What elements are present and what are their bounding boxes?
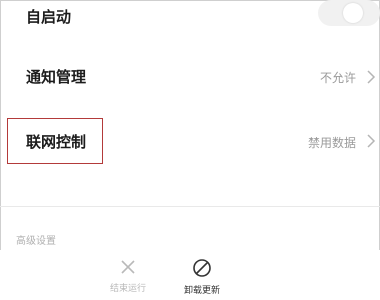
close-icon	[121, 260, 135, 274]
autostart-row[interactable]: 自启动	[0, 0, 380, 40]
stop-button[interactable]: 结束运行	[98, 258, 158, 294]
highlight-annotation-box	[7, 118, 103, 164]
advanced-section-title: 高级设置	[16, 236, 56, 247]
chevron-right-icon	[367, 134, 376, 148]
stop-button-label: 结束运行	[109, 284, 146, 294]
autostart-label: 自启动	[26, 8, 72, 26]
bottom-action-bar: 结束运行 卸载更新	[0, 250, 380, 300]
toggle-knob	[343, 3, 363, 23]
uninstall-updates-button[interactable]: 卸载更新	[172, 258, 232, 296]
uninstall-updates-label: 卸载更新	[183, 286, 220, 296]
notification-value: 不允许	[319, 71, 356, 85]
notification-label: 通知管理	[26, 68, 87, 86]
section-divider	[0, 206, 380, 207]
chevron-right-icon	[367, 70, 376, 84]
notification-row[interactable]: 通知管理 不允许	[0, 52, 380, 102]
prohibited-icon	[193, 259, 211, 277]
network-control-value: 禁用数据	[307, 136, 356, 150]
